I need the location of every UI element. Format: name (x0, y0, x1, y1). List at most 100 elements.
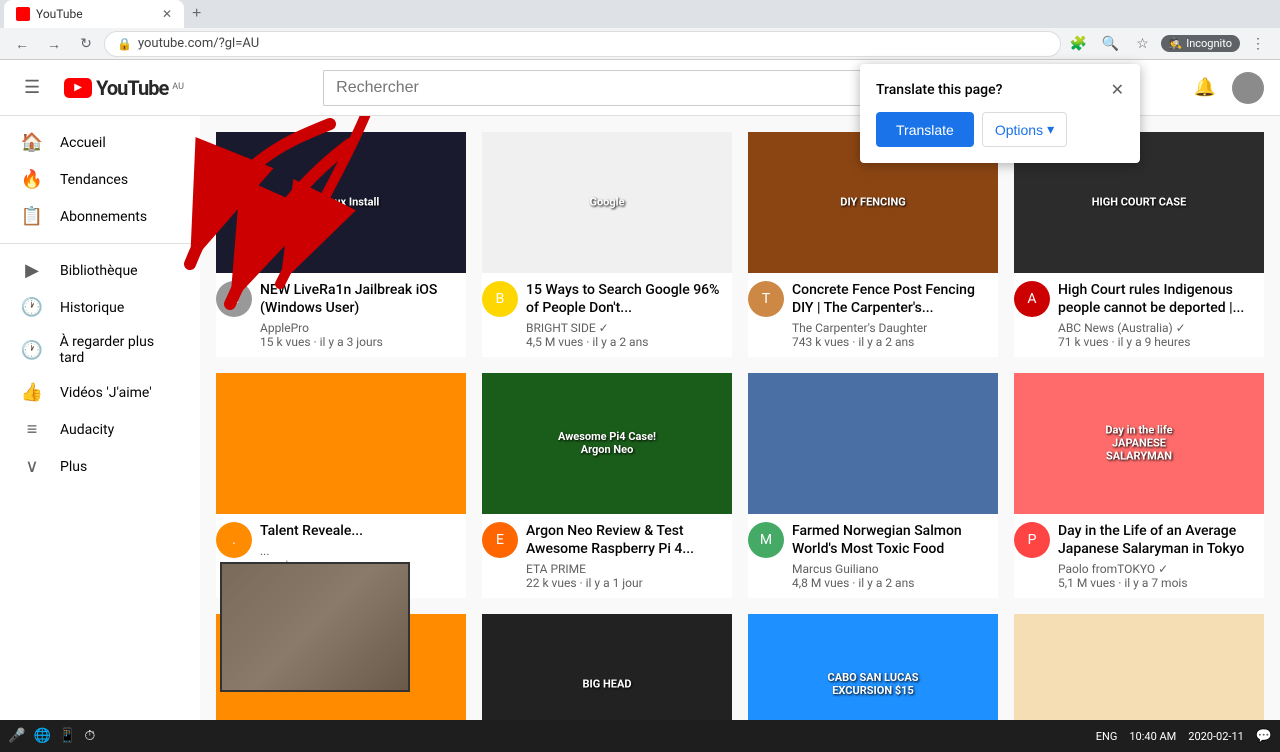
video-card-10[interactable]: CABO SAN LUCAS EXCURSION $15.CABO SAN LU… (748, 614, 998, 720)
video-thumbnail-1: Google (482, 132, 732, 273)
sidebar-item-label-accueil: Accueil (60, 135, 106, 151)
reload-button[interactable]: ↻ (72, 30, 100, 58)
video-meta-0: NEW LiveRa1n Jailbreak iOS (Windows User… (260, 281, 466, 349)
video-thumbnail-5: Awesome Pi4 Case! Argon Neo (482, 373, 732, 514)
address-bar[interactable]: 🔒 youtube.com/?gl=AU (104, 31, 1061, 57)
sidebar-item-accueil[interactable]: 🏠 Accueil (0, 124, 200, 161)
channel-avatar-5: E (482, 522, 518, 558)
translate-popup-title: Translate this page? (876, 82, 1002, 98)
taskbar-icon-chrome[interactable]: 🌐 (33, 728, 50, 744)
translate-popup: Translate this page? ✕ Translate Options… (860, 64, 1140, 163)
channel-name-7: Paolo fromTOKYO ✓ (1058, 562, 1264, 576)
channel-name-3: ABC News (Australia) ✓ (1058, 321, 1264, 335)
main-content: 🏠 Accueil 🔥 Tendances 📋 Abonnements ▶ Bi… (0, 116, 1280, 720)
video-info-3: AHigh Court rules Indigenous people cann… (1014, 273, 1264, 357)
new-tab-button[interactable]: + (184, 0, 209, 28)
forward-button[interactable]: → (40, 30, 68, 58)
video-stats-7: 5,1 M vues · il y a 7 mois (1058, 576, 1264, 590)
youtube-logo-icon (64, 78, 92, 98)
youtube-country-badge: AU (172, 82, 184, 92)
video-title-7: Day in the Life of an Average Japanese S… (1058, 522, 1264, 558)
sidebar: 🏠 Accueil 🔥 Tendances 📋 Abonnements ▶ Bi… (0, 116, 200, 720)
video-meta-5: Argon Neo Review & Test Awesome Raspberr… (526, 522, 732, 590)
user-avatar[interactable] (1232, 72, 1264, 104)
url-display: youtube.com/?gl=AU (138, 36, 1048, 51)
channel-name-6: Marcus Guiliano (792, 562, 998, 576)
sidebar-item-more[interactable]: ∨ Plus (0, 448, 200, 485)
sidebar-item-watch-later[interactable]: 🕐 À regarder plus tard (0, 326, 200, 374)
sidebar-item-abonnements[interactable]: 📋 Abonnements (0, 198, 200, 235)
translate-button[interactable]: Translate (876, 112, 974, 147)
search-bar: 🔍 (323, 70, 923, 106)
translate-popup-close-button[interactable]: ✕ (1111, 80, 1124, 100)
video-card-5[interactable]: Awesome Pi4 Case! Argon Neo EArgon Neo Re… (482, 373, 732, 598)
sidebar-item-label-abonnements: Abonnements (60, 209, 147, 225)
video-card-2[interactable]: DIY FENCINGTConcrete Fence Post Fencing … (748, 132, 998, 357)
webcam-feed (222, 564, 408, 690)
video-thumbnail-4 (216, 373, 466, 514)
channel-avatar-0: A (216, 281, 252, 317)
video-info-7: PDay in the Life of an Average Japanese … (1014, 514, 1264, 598)
bookmark-button[interactable]: ☆ (1129, 30, 1157, 58)
tab-close-btn[interactable]: ✕ (162, 7, 172, 21)
taskbar-language: ENG (1096, 730, 1118, 743)
youtube-logo[interactable]: YouTube AU (64, 76, 184, 100)
taskbar-right: ENG 10:40 AM 2020-02-11 💬 (1096, 729, 1272, 744)
video-title-0: NEW LiveRa1n Jailbreak iOS (Windows User… (260, 281, 466, 317)
video-meta-3: High Court rules Indigenous people canno… (1058, 281, 1264, 349)
sidebar-item-bibliotheque[interactable]: ▶ Bibliothèque (0, 252, 200, 289)
video-title-3: High Court rules Indigenous people canno… (1058, 281, 1264, 317)
video-card-6[interactable]: MFarmed Norwegian Salmon World's Most To… (748, 373, 998, 598)
sidebar-item-liked-videos[interactable]: 👍 Vidéos 'J'aime' (0, 374, 200, 411)
search-button[interactable]: 🔍 (1097, 30, 1125, 58)
video-stats-2: 743 k vues · il y a 2 ans (792, 335, 998, 349)
chevron-down-icon: ▾ (1047, 121, 1054, 138)
browser-tab-youtube[interactable]: YouTube ✕ (4, 0, 184, 28)
taskbar: 🎤 🌐 📱 ⏱ ENG 10:40 AM 2020-02-11 💬 (0, 720, 1280, 752)
channel-name-5: ETA PRIME (526, 562, 732, 576)
video-title-5: Argon Neo Review & Test Awesome Raspberr… (526, 522, 732, 558)
sidebar-item-audacity[interactable]: ≡ Audacity (0, 411, 200, 448)
video-card-7[interactable]: Day in the life JAPANESE SALARYMANPDay i… (1014, 373, 1264, 598)
channel-name-0: ApplePro (260, 321, 466, 335)
video-card-9[interactable]: BIG HEAD.BIG HEAD... (482, 614, 732, 720)
translate-options-button[interactable]: Options ▾ (982, 112, 1067, 147)
thumb-label-2: DIY FENCING (838, 194, 907, 211)
video-card-1[interactable]: GoogleB15 Ways to Search Google 96% of P… (482, 132, 732, 357)
sidebar-toggle-button[interactable]: ☰ (16, 69, 48, 106)
extensions-button[interactable]: 🧩 (1065, 30, 1093, 58)
taskbar-icon-app1[interactable]: 📱 (59, 728, 76, 744)
video-card-3[interactable]: HIGH COURT CASEAHigh Court rules Indigen… (1014, 132, 1264, 357)
video-meta-7: Day in the Life of an Average Japanese S… (1058, 522, 1264, 590)
channel-avatar-1: B (482, 281, 518, 317)
translate-popup-header: Translate this page? ✕ (876, 80, 1124, 100)
thumb-label-9: BIG HEAD (581, 676, 634, 693)
menu-button[interactable]: ⋮ (1244, 30, 1272, 58)
trending-icon: 🔥 (20, 169, 44, 190)
video-stats-0: 15 k vues · il y a 3 jours (260, 335, 466, 349)
taskbar-chat-icon[interactable]: 💬 (1256, 729, 1272, 744)
video-stats-5: 22 k vues · il y a 1 jour (526, 576, 732, 590)
video-title-6: Farmed Norwegian Salmon World's Most Tox… (792, 522, 998, 558)
notification-button[interactable]: 🔔 (1186, 69, 1224, 106)
sidebar-item-historique[interactable]: 🕐 Historique (0, 289, 200, 326)
video-info-0: ANEW LiveRa1n Jailbreak iOS (Windows Use… (216, 273, 466, 357)
youtube-favicon (16, 7, 30, 21)
taskbar-icon-mic[interactable]: 🎤 (8, 728, 25, 744)
video-stats-6: 4,8 M vues · il y a 2 ans (792, 576, 998, 590)
video-thumbnail-9: BIG HEAD (482, 614, 732, 720)
thumb-label-1: Google (587, 194, 626, 211)
video-card-0[interactable]: No Linux InstallANEW LiveRa1n Jailbreak … (216, 132, 466, 357)
taskbar-icon-app2[interactable]: ⏱ (84, 728, 95, 744)
browser-right-controls: 🧩 🔍 ☆ 🕵 Incognito ⋮ (1065, 30, 1273, 58)
search-input[interactable] (323, 70, 863, 106)
video-thumbnail-7: Day in the life JAPANESE SALARYMAN (1014, 373, 1264, 514)
audacity-icon: ≡ (20, 419, 44, 440)
sidebar-item-tendances[interactable]: 🔥 Tendances (0, 161, 200, 198)
back-button[interactable]: ← (8, 30, 36, 58)
browser-chrome: YouTube ✕ + ← → ↻ 🔒 youtube.com/?gl=AU 🧩… (0, 0, 1280, 60)
sidebar-item-label-historique: Historique (60, 300, 124, 316)
video-info-6: MFarmed Norwegian Salmon World's Most To… (748, 514, 998, 598)
video-card-11[interactable]: .Cat video... (1014, 614, 1264, 720)
home-icon: 🏠 (20, 132, 44, 153)
